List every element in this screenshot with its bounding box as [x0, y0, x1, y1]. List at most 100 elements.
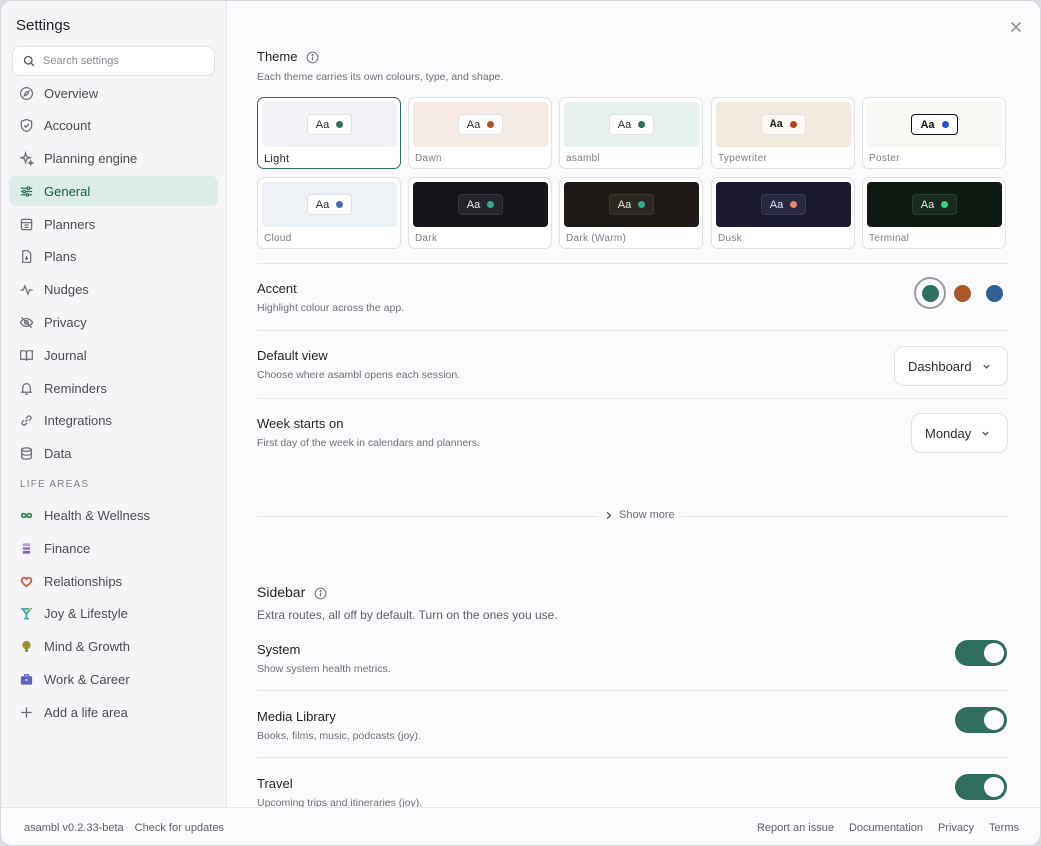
calendar-icon	[20, 218, 33, 230]
week-start-value: Monday	[925, 425, 972, 441]
theme-card-cloud[interactable]: Aa Cloud	[257, 177, 401, 249]
life-area-relationships[interactable]: Relationships	[9, 566, 218, 596]
sidebar-item-label: Planning engine	[44, 151, 138, 167]
sidebar-title: Settings	[16, 17, 71, 34]
theme-card-poster[interactable]: Aa Poster	[862, 97, 1006, 169]
sidebar-item-planning-engine[interactable]: Planning engine	[9, 144, 218, 174]
theme-card-dark[interactable]: Aa Dark	[408, 177, 552, 249]
travel-toggle[interactable]	[955, 774, 1007, 800]
toggle-system-title: System	[257, 642, 301, 657]
plus-icon	[21, 707, 32, 718]
chevron-right-icon	[606, 511, 612, 519]
divider	[257, 757, 1008, 758]
swatch-color	[953, 284, 971, 302]
sidebar-item-reminders[interactable]: Reminders	[9, 373, 218, 403]
search-box[interactable]	[12, 46, 215, 76]
life-area-joy-lifestyle[interactable]: Joy & Lifestyle	[9, 599, 218, 629]
sidebar-item-label: General	[44, 183, 91, 199]
theme-name: Terminal	[869, 233, 910, 244]
add-life-area-button[interactable]: Add a life area	[9, 697, 218, 727]
life-area-mind-growth[interactable]: Mind & Growth	[9, 632, 218, 662]
toggle-knob	[984, 777, 1004, 797]
theme-name: Dusk	[718, 233, 742, 244]
accent-swatch-green[interactable]	[914, 277, 946, 309]
sliders-icon	[20, 186, 33, 197]
media-library-toggle[interactable]	[955, 707, 1007, 733]
theme-preview: Aa	[262, 182, 397, 227]
sidebar-item-label: Account	[44, 118, 91, 134]
chip-dot	[487, 201, 495, 208]
heart-icon	[19, 574, 34, 589]
theme-card-asambl[interactable]: Aa asambl	[559, 97, 703, 169]
sidebar-section-subtitle: Extra routes, all off by default. Turn o…	[257, 608, 558, 622]
chip-dot	[638, 201, 646, 208]
chip-dot	[487, 121, 495, 128]
show-more-button[interactable]: Show more	[598, 509, 681, 521]
version-label: asambl v0.2.33-beta	[24, 821, 124, 834]
chevron-down-icon	[982, 364, 990, 369]
chip-text: Aa	[617, 198, 632, 211]
sidebar-item-plans[interactable]: Plans	[9, 242, 218, 272]
sidebar-item-overview[interactable]: Overview	[9, 78, 218, 108]
chip-dot	[941, 121, 949, 128]
accent-swatch-orange[interactable]	[947, 278, 977, 308]
sidebar-item-planners[interactable]: Planners	[9, 209, 218, 239]
settings-content: Theme Each theme carries its own colours…	[228, 1, 1040, 807]
theme-preview: Aa	[262, 102, 397, 147]
check-updates-link[interactable]: Check for updates	[135, 822, 224, 834]
search-input[interactable]	[43, 55, 203, 67]
pulse-icon	[20, 284, 33, 297]
life-area-label: Relationships	[44, 573, 123, 589]
infinity-icon	[19, 508, 34, 523]
sidebar-item-integrations[interactable]: Integrations	[9, 406, 218, 436]
theme-card-light[interactable]: Aa Light	[257, 97, 401, 169]
terms-link[interactable]: Terms	[989, 822, 1019, 834]
database-icon	[21, 447, 32, 461]
theme-chip: Aa	[608, 114, 655, 135]
theme-card-dark-warm[interactable]: Aa Dark (Warm)	[559, 177, 703, 249]
cocktail-icon	[19, 606, 34, 621]
chip-text: Aa	[466, 198, 481, 211]
sidebar-nav: Overview Account Planning engine General…	[9, 78, 218, 730]
sidebar-item-privacy[interactable]: Privacy	[9, 308, 218, 338]
documentation-link[interactable]: Documentation	[849, 822, 923, 834]
theme-card-typewriter[interactable]: Aa Typewriter	[711, 97, 855, 169]
privacy-link[interactable]: Privacy	[938, 822, 974, 834]
sidebar-item-account[interactable]: Account	[9, 111, 218, 141]
life-area-health-wellness[interactable]: Health & Wellness	[9, 501, 218, 531]
sidebar-item-nudges[interactable]: Nudges	[9, 275, 218, 305]
chip-text: Aa	[769, 118, 784, 131]
theme-card-dawn[interactable]: Aa Dawn	[408, 97, 552, 169]
default-view-select[interactable]: Dashboard	[894, 346, 1008, 386]
sidebar-item-journal[interactable]: Journal	[9, 340, 218, 370]
default-view-value: Dashboard	[908, 358, 972, 374]
sidebar-item-label: Overview	[44, 85, 99, 101]
system-toggle[interactable]	[955, 640, 1007, 666]
report-issue-link[interactable]: Report an issue	[757, 822, 834, 834]
week-start-select[interactable]: Monday	[911, 413, 1008, 453]
close-button[interactable]	[1008, 19, 1024, 35]
life-area-finance[interactable]: Finance	[9, 533, 218, 563]
sidebar-item-general[interactable]: General	[9, 176, 218, 207]
theme-preview: Aa	[413, 182, 548, 227]
theme-subtitle: Each theme carries its own colours, type…	[257, 71, 504, 83]
chip-text: Aa	[315, 118, 330, 131]
sidebar-item-data[interactable]: Data	[9, 439, 218, 469]
swatch-color	[985, 284, 1003, 302]
chip-text: Aa	[769, 198, 784, 211]
scrollbar[interactable]	[1035, 1, 1040, 401]
chevron-down-icon	[982, 431, 989, 436]
info-icon[interactable]	[306, 51, 319, 64]
book-icon	[20, 350, 33, 361]
life-area-work-career[interactable]: Work & Career	[9, 665, 218, 695]
compass-icon	[19, 86, 34, 100]
accent-swatch-blue[interactable]	[979, 278, 1009, 308]
theme-preview: Aa	[867, 182, 1002, 227]
theme-card-dusk[interactable]: Aa Dusk	[711, 177, 855, 249]
theme-card-terminal[interactable]: Aa Terminal	[862, 177, 1006, 249]
sidebar-section-heading: Sidebar	[257, 584, 327, 600]
info-icon[interactable]	[314, 587, 327, 600]
link-icon	[21, 415, 32, 427]
theme-preview: Aa	[716, 182, 851, 227]
theme-name: Light	[264, 153, 290, 165]
